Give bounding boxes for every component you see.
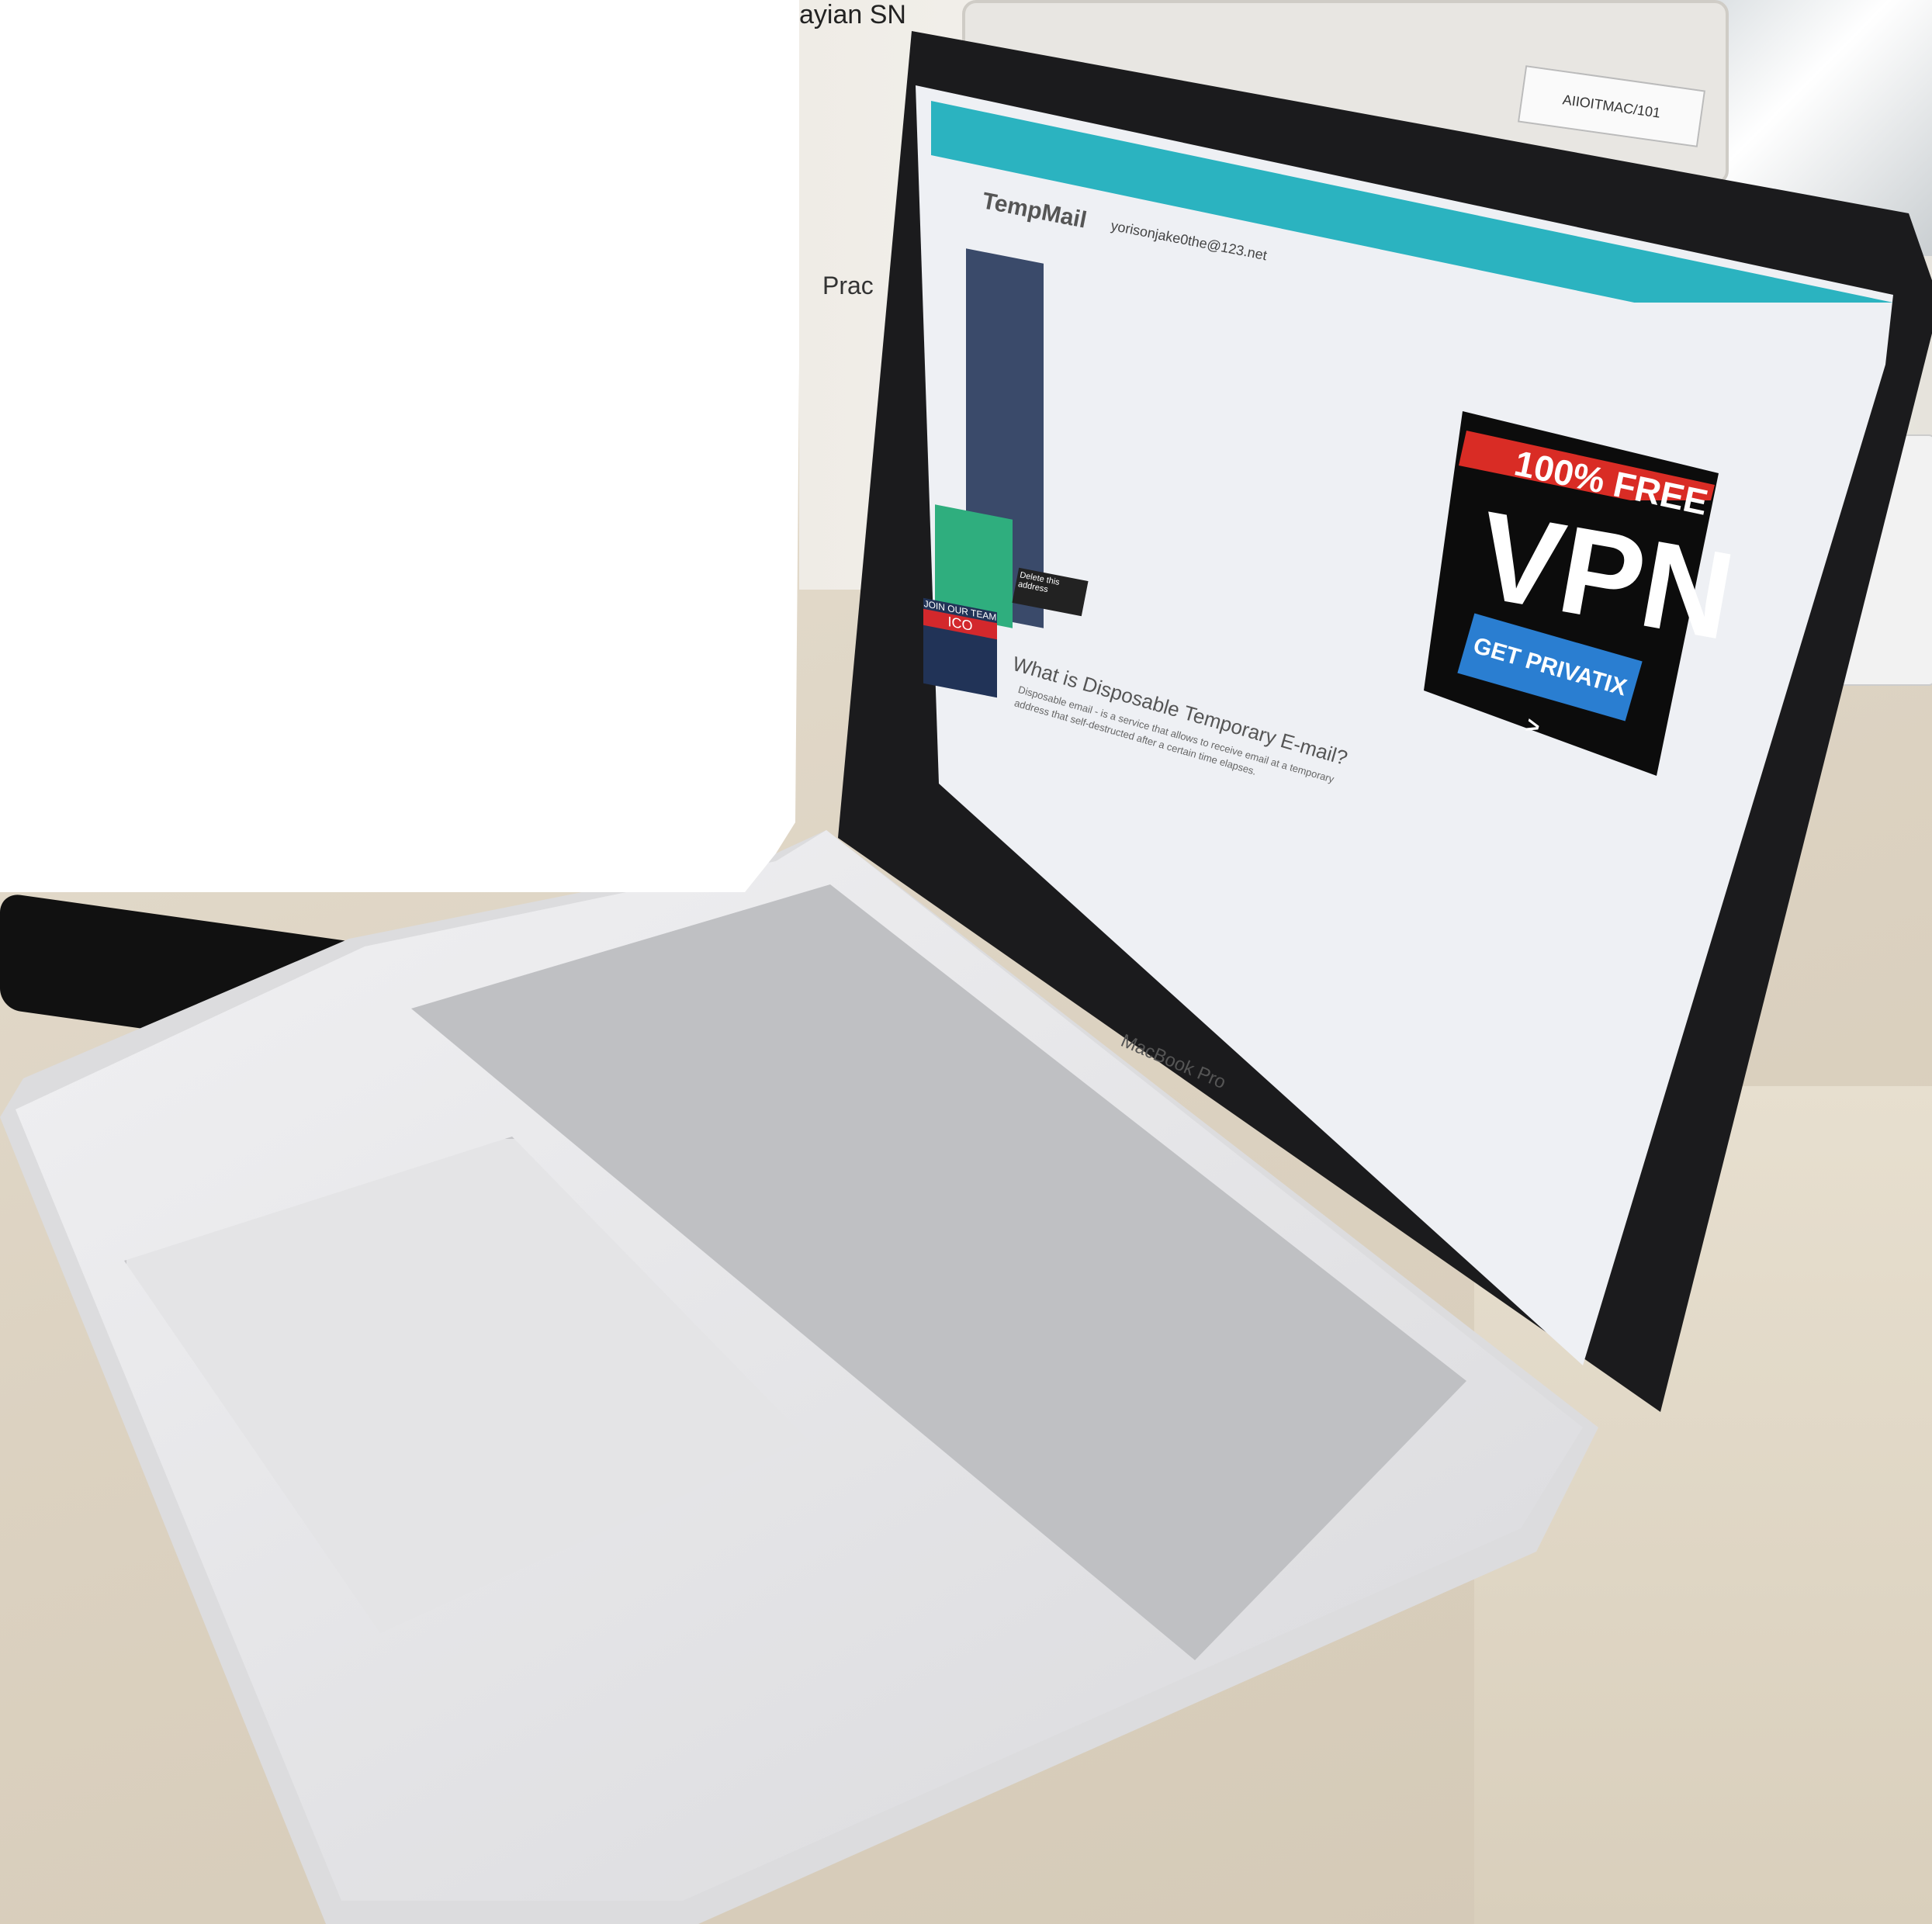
- ico-ad: JOIN OUR TEAM ICO: [923, 597, 997, 698]
- name-sign: ayian SN: [799, 0, 906, 29]
- redacted-area: [0, 0, 799, 892]
- background-sign: Prac: [822, 272, 874, 299]
